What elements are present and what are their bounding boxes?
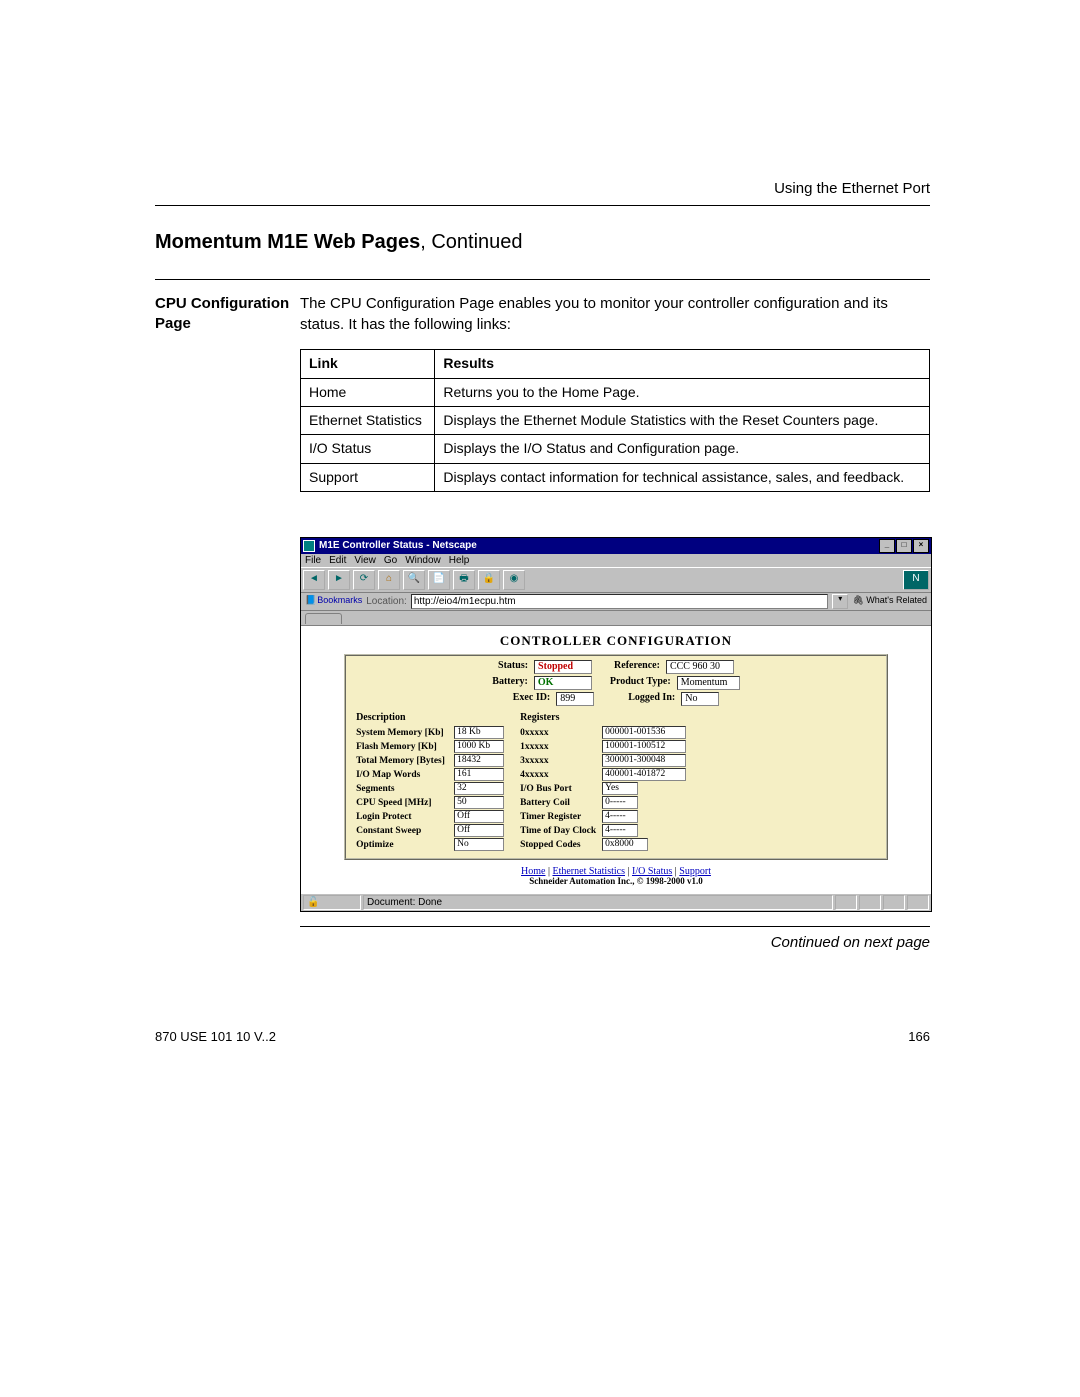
table-cell: Support (301, 463, 435, 491)
table-row: Ethernet Statistics Displays the Etherne… (301, 407, 930, 435)
page-title: Momentum M1E Web Pages, Continued (155, 231, 930, 254)
reference-label: Reference: (614, 660, 660, 674)
copyright-text: Schneider Automation Inc., © 1998-2000 v… (307, 877, 925, 887)
location-bar: Bookmarks Location: ▾ What's Related (301, 593, 931, 611)
table-cell: Displays contact information for technic… (435, 463, 930, 491)
table-cell: I/O Status (301, 435, 435, 463)
tab-strip (301, 611, 931, 626)
table-cell: Returns you to the Home Page. (435, 378, 930, 406)
product-type-value: Momentum (677, 676, 740, 690)
status-icon-cell: 🔓 (303, 895, 361, 910)
menu-view[interactable]: View (354, 555, 376, 566)
battery-label: Battery: (492, 676, 528, 690)
table-cell: Displays the Ethernet Module Statistics … (435, 407, 930, 435)
menu-bar: File Edit View Go Window Help (301, 554, 931, 567)
description-header: Description (356, 712, 504, 723)
document-page: Using the Ethernet Port Momentum M1E Web… (0, 0, 1080, 1397)
continued-next: Continued on next page (300, 933, 930, 954)
web-content: CONTROLLER CONFIGURATION Status: Stopped… (301, 626, 931, 893)
table-head-link: Link (301, 350, 435, 378)
bookmarks-button[interactable]: Bookmarks (305, 596, 362, 606)
maximize-button[interactable]: □ (896, 539, 912, 553)
logged-in-value: No (681, 692, 719, 706)
print-icon[interactable]: 🖶 (453, 570, 475, 590)
logged-in-label: Logged In: (628, 692, 675, 706)
table-row: I/O Status Displays the I/O Status and C… (301, 435, 930, 463)
section-main: The CPU Configuration Page enables you t… (300, 294, 930, 954)
exec-id-label: Exec ID: (513, 692, 551, 706)
registers-column: Registers 0xxxxx000001-001536 1xxxxx1000… (520, 712, 686, 852)
page-title-bold: Momentum M1E Web Pages (155, 231, 420, 253)
exec-id-value: 899 (556, 692, 594, 706)
close-button[interactable]: × (913, 539, 929, 553)
table-row: Support Displays contact information for… (301, 463, 930, 491)
status-label: Status: (498, 660, 528, 674)
product-type-label: Product Type: (610, 676, 671, 690)
stop-icon[interactable]: ◉ (503, 570, 525, 590)
menu-file[interactable]: File (305, 555, 321, 566)
description-column: Description System Memory [Kb]18 Kb Flas… (356, 712, 504, 852)
browser-screenshot: M1E Controller Status - Netscape _ □ × F… (300, 537, 932, 912)
status-slot (835, 895, 857, 910)
url-input[interactable] (411, 594, 828, 609)
config-panel: Status: Stopped Reference: CCC 960 30 Ba… (344, 654, 888, 860)
minimize-button[interactable]: _ (879, 539, 895, 553)
menu-window[interactable]: Window (405, 555, 441, 566)
header-chapter: Using the Ethernet Port (155, 180, 930, 197)
config-columns: Description System Memory [Kb]18 Kb Flas… (350, 712, 882, 852)
window-title: M1E Controller Status - Netscape (319, 540, 477, 551)
home-icon[interactable]: ⌂ (378, 570, 400, 590)
section: CPU Configuration Page The CPU Configura… (155, 279, 930, 954)
window-titlebar: M1E Controller Status - Netscape _ □ × (301, 538, 931, 554)
menu-go[interactable]: Go (384, 555, 397, 566)
intro-text: The CPU Configuration Page enables you t… (300, 294, 930, 335)
page-title-continued: , Continued (420, 231, 522, 253)
footer-doc-ref: 870 USE 101 10 V..2 (155, 1029, 276, 1044)
battery-value: OK (534, 676, 592, 690)
forward-icon[interactable]: ► (328, 570, 350, 590)
security-icon[interactable]: 🔒 (478, 570, 500, 590)
table-head-results: Results (435, 350, 930, 378)
section-side-heading: CPU Configuration Page (155, 294, 300, 335)
status-slot (883, 895, 905, 910)
status-slot (859, 895, 881, 910)
table-cell: Ethernet Statistics (301, 407, 435, 435)
location-label: Location: (366, 596, 407, 607)
toolbar: ◄ ► ⟳ ⌂ 🔍 📄 🖶 🔒 ◉ N (301, 567, 931, 593)
table-row: Home Returns you to the Home Page. (301, 378, 930, 406)
table-cell: Displays the I/O Status and Configuratio… (435, 435, 930, 463)
status-value: Stopped (534, 660, 592, 674)
back-icon[interactable]: ◄ (303, 570, 325, 590)
guide-icon[interactable]: 📄 (428, 570, 450, 590)
page-footer: 870 USE 101 10 V..2 166 (155, 1029, 930, 1044)
whats-related-button[interactable]: What's Related (852, 596, 927, 606)
content-title: CONTROLLER CONFIGURATION (307, 634, 925, 648)
registers-header: Registers (520, 712, 686, 723)
section-end-rule (300, 926, 930, 927)
menu-edit[interactable]: Edit (329, 555, 346, 566)
netscape-icon (303, 540, 315, 552)
browser-status-bar: 🔓 Document: Done (301, 893, 931, 911)
netscape-logo-icon: N (903, 570, 929, 590)
window-buttons: _ □ × (879, 539, 929, 553)
links-table: Link Results Home Returns you to the Hom… (300, 349, 930, 492)
header-rule (155, 205, 930, 206)
table-cell: Home (301, 378, 435, 406)
page-number: 166 (908, 1029, 930, 1044)
status-slot (907, 895, 929, 910)
reference-value: CCC 960 30 (666, 660, 734, 674)
reload-icon[interactable]: ⟳ (353, 570, 375, 590)
search-icon[interactable]: 🔍 (403, 570, 425, 590)
menu-help[interactable]: Help (449, 555, 470, 566)
url-dropdown[interactable]: ▾ (832, 594, 848, 609)
status-text: Document: Done (363, 895, 833, 910)
